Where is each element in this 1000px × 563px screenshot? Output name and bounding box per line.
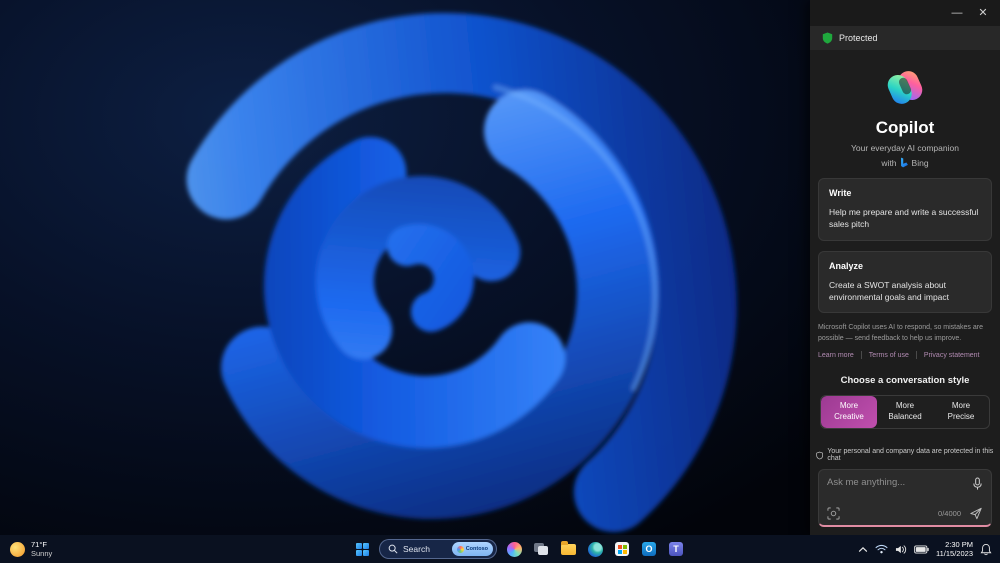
copilot-hero: Copilot Your everyday AI companion with … <box>810 50 1000 168</box>
suggestion-card-write[interactable]: Write Help me prepare and write a succes… <box>818 178 992 241</box>
learn-more-link[interactable]: Learn more <box>818 352 854 359</box>
copilot-subtitle: Your everyday AI companion <box>851 143 959 153</box>
taskbar-center: Search Contoso O T <box>352 535 686 563</box>
char-counter: 0/4000 <box>938 509 961 518</box>
tray-chevron-up-icon[interactable] <box>858 546 868 553</box>
teams-icon: T <box>669 542 683 556</box>
terms-of-use-link[interactable]: Terms of use <box>869 352 909 359</box>
microsoft-store-icon <box>615 542 629 556</box>
privacy-shield-icon <box>816 451 824 459</box>
data-protection-note: Your personal and company data are prote… <box>810 448 1000 462</box>
suggestion-cards: Write Help me prepare and write a succes… <box>810 168 1000 314</box>
taskbar: 71°F Sunny Search Contoso O T 2:30 PM 11… <box>0 535 1000 563</box>
copilot-with-bing: with Bing <box>881 157 928 168</box>
conversation-style-group: More Creative More Balanced More Precise <box>820 395 990 429</box>
task-view-icon <box>534 543 548 555</box>
clock-time: 2:30 PM <box>945 539 973 549</box>
data-protection-text: Your personal and company data are prote… <box>827 448 994 462</box>
outlook-icon: O <box>642 542 656 556</box>
send-icon[interactable] <box>969 507 983 520</box>
file-explorer-icon <box>560 540 576 555</box>
ai-disclaimer: Microsoft Copilot uses AI to respond, so… <box>818 324 983 342</box>
clock-date: 11/15/2023 <box>936 549 973 558</box>
microphone-icon[interactable] <box>972 477 983 491</box>
search-box[interactable]: Search Contoso <box>379 539 497 559</box>
search-highlight-badge[interactable]: Contoso <box>451 542 493 556</box>
suggestion-card-analyze[interactable]: Analyze Create a SWOT analysis about env… <box>818 250 992 314</box>
system-tray: 2:30 PM 11/15/2023 <box>858 535 992 563</box>
search-highlight-icon <box>456 545 464 553</box>
volume-icon[interactable] <box>895 544 907 555</box>
search-placeholder: Search <box>403 544 430 554</box>
screenshot-icon[interactable] <box>827 507 840 520</box>
copilot-titlebar: — ✕ <box>810 0 1000 26</box>
taskbar-app-outlook[interactable]: O <box>639 539 659 559</box>
battery-icon[interactable] <box>914 544 929 554</box>
panel-spacer <box>810 429 1000 448</box>
windows-logo-icon <box>355 542 369 556</box>
start-button[interactable] <box>352 539 372 559</box>
sun-icon <box>10 541 25 557</box>
taskbar-app-teams[interactable]: T <box>666 539 686 559</box>
privacy-statement-link[interactable]: Privacy statement <box>924 352 980 359</box>
with-label: with <box>881 157 897 168</box>
link-divider <box>860 351 862 360</box>
style-more-balanced-button[interactable]: More Balanced <box>877 396 933 428</box>
taskbar-app-task-view[interactable] <box>531 539 551 559</box>
weather-condition: Sunny <box>31 549 53 558</box>
notification-bell-icon[interactable] <box>980 543 992 556</box>
copilot-title: Copilot <box>875 118 935 137</box>
legal-links: Learn more Terms of use Privacy statemen… <box>810 344 1000 360</box>
copilot-taskbar-icon <box>506 541 522 557</box>
style-more-precise-button[interactable]: More Precise <box>933 396 989 428</box>
edge-icon <box>587 541 603 557</box>
style-more-creative-button[interactable]: More Creative <box>821 396 877 428</box>
protected-shield-icon <box>822 32 833 44</box>
windows-desktop-screen: — ✕ Protected Copilot Your everyday AI c… <box>0 0 1000 563</box>
copilot-logo-icon <box>887 71 923 104</box>
weather-widget[interactable]: 71°F Sunny <box>10 535 52 563</box>
card-text: Create a SWOT analysis about environment… <box>829 279 950 302</box>
protected-label: Protected <box>839 33 878 43</box>
search-icon <box>388 544 398 554</box>
bing-label: Bing <box>911 157 929 168</box>
search-highlight-label: Contoso <box>465 546 488 552</box>
link-divider <box>915 351 917 360</box>
card-text: Help me prepare and write a successful s… <box>829 207 979 230</box>
protected-status-bar: Protected <box>810 26 1000 50</box>
card-title: Analyze <box>829 260 864 271</box>
close-button[interactable]: ✕ <box>972 4 994 22</box>
taskbar-app-copilot[interactable] <box>504 539 524 559</box>
taskbar-app-store[interactable] <box>612 539 632 559</box>
clock[interactable]: 2:30 PM 11/15/2023 <box>936 540 973 559</box>
chat-input-box[interactable]: 0/4000 <box>818 469 992 527</box>
copilot-panel: — ✕ Protected Copilot Your everyday AI c… <box>810 0 1000 535</box>
weather-temp: 71°F <box>31 540 47 549</box>
conversation-style-heading: Choose a conversation style <box>840 375 970 387</box>
taskbar-app-file-explorer[interactable] <box>558 539 578 559</box>
wifi-icon[interactable] <box>875 544 888 554</box>
desktop-wallpaper-bloom <box>0 0 810 535</box>
minimize-button[interactable]: — <box>946 4 968 22</box>
bing-icon <box>900 157 908 168</box>
card-title: Write <box>829 188 852 198</box>
ask-input[interactable] <box>827 477 957 488</box>
taskbar-app-edge[interactable] <box>585 539 605 559</box>
